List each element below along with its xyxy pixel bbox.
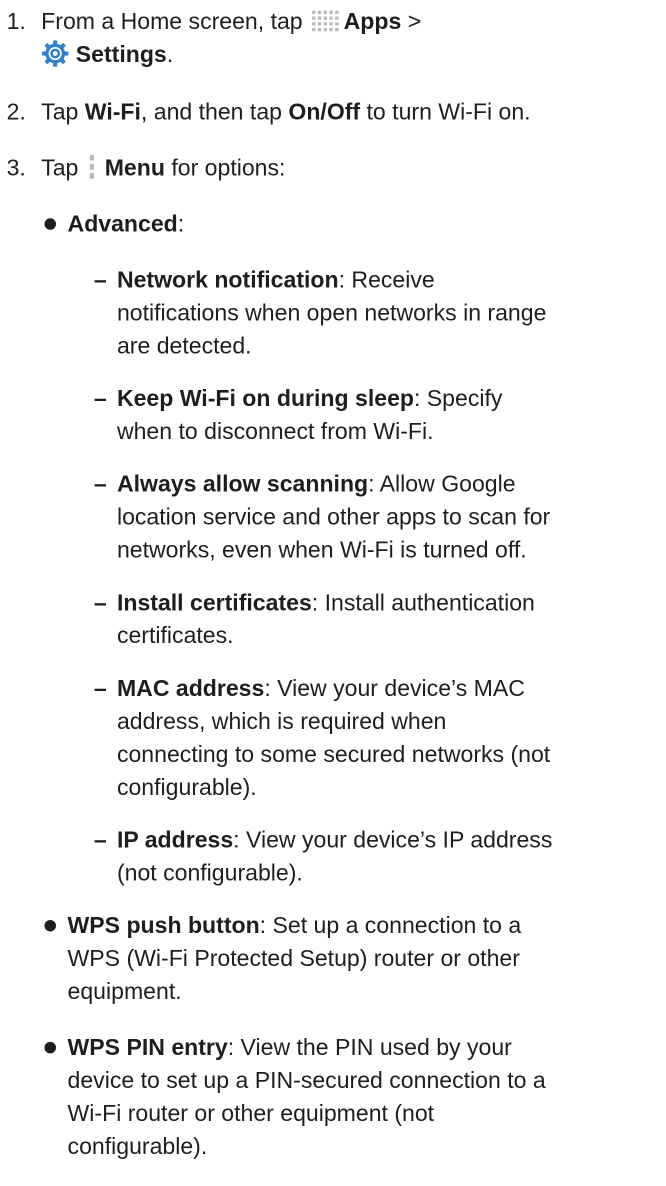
option-text: WPS PIN entry: View the PIN used by your… bbox=[68, 1031, 549, 1163]
advanced-item: – Install certificates: Install authenti… bbox=[92, 586, 548, 652]
dash-marker: – bbox=[93, 471, 107, 497]
step-text-part: Tap bbox=[41, 154, 79, 181]
advanced-item: – IP address: View your device’s IP addr… bbox=[92, 824, 552, 890]
dash-marker: – bbox=[93, 266, 107, 293]
step-number: 3. bbox=[6, 154, 26, 181]
option-wps-push-button: WPS push button: Set up a connection to … bbox=[43, 909, 549, 1008]
dash-marker: – bbox=[93, 589, 107, 616]
option-wps-pin-entry: WPS PIN entry: View the PIN used by your… bbox=[43, 1031, 549, 1163]
advanced-item-term: MAC address bbox=[116, 675, 265, 701]
advanced-item-text: Keep Wi-Fi on during sleep: Specify when… bbox=[117, 382, 554, 448]
advanced-item-text: Always allow scanning: Allow Google loca… bbox=[117, 468, 554, 567]
menu-dots-icon bbox=[87, 154, 97, 180]
step-text-part: to turn Wi-Fi on. bbox=[366, 98, 531, 125]
step-text-part: Tap bbox=[41, 98, 79, 125]
step-3: 3. Tap Menu for options: bbox=[0, 152, 549, 185]
step-2: 2. Tap Wi-Fi, and then tap On/Off to tur… bbox=[0, 96, 549, 129]
step-1: 1. From a Home screen, tap Apps > Settin… bbox=[0, 5, 549, 73]
settings-label: Settings bbox=[75, 41, 167, 67]
instructions-page: 1. From a Home screen, tap Apps > Settin… bbox=[0, 0, 553, 1159]
option-term: Advanced bbox=[67, 210, 178, 237]
step-text: Tap Menu for options: bbox=[41, 152, 548, 185]
option-term: WPS PIN entry bbox=[67, 1034, 228, 1060]
settings-gear-icon bbox=[41, 39, 69, 67]
advanced-item: – Always allow scanning: Allow Google lo… bbox=[92, 468, 550, 567]
advanced-item: – Network notification: Receive notifica… bbox=[92, 264, 548, 363]
advanced-item-term: Install certificates bbox=[116, 589, 312, 616]
advanced-item-text: Install certificates: Install authentica… bbox=[117, 586, 554, 652]
advanced-item-text: Network notification: Receive notificati… bbox=[117, 264, 554, 363]
advanced-item-term: Keep Wi-Fi on during sleep bbox=[116, 385, 414, 411]
step-text-part: , and then tap bbox=[140, 98, 282, 125]
option-text: Advanced: bbox=[68, 208, 549, 241]
option-term: WPS push button bbox=[67, 912, 260, 939]
bullet-dot bbox=[44, 919, 57, 932]
advanced-item-text: IP address: View your device’s IP addres… bbox=[117, 824, 554, 890]
step-text-part: From a Home screen, tap bbox=[41, 8, 303, 34]
advanced-item: – MAC address: View your device’s MAC ad… bbox=[92, 672, 550, 804]
step-text: Tap Wi-Fi, and then tap On/Off to turn W… bbox=[41, 96, 548, 129]
apps-grid-icon bbox=[312, 10, 340, 31]
step-number: 1. bbox=[6, 8, 26, 34]
advanced-item-term: Always allow scanning bbox=[116, 471, 369, 497]
advanced-item-term: Network notification bbox=[116, 266, 339, 293]
option-suffix: : bbox=[177, 210, 185, 237]
step-text-end: . bbox=[166, 41, 174, 67]
advanced-item-term: IP address bbox=[116, 826, 234, 853]
advanced-item: – Keep Wi-Fi on during sleep: Specify wh… bbox=[92, 382, 548, 448]
step-text: From a Home screen, tap Apps > Settings. bbox=[41, 5, 548, 72]
step-number: 2. bbox=[6, 98, 26, 125]
advanced-item-text: MAC address: View your device’s MAC addr… bbox=[117, 672, 554, 804]
option-text: WPS push button: Set up a connection to … bbox=[68, 909, 549, 1008]
separator: > bbox=[407, 8, 422, 34]
menu-label: Menu bbox=[104, 154, 165, 181]
bullet-dot bbox=[44, 1041, 57, 1054]
dash-marker: – bbox=[93, 385, 107, 411]
dash-marker: – bbox=[93, 675, 107, 701]
dash-marker: – bbox=[93, 826, 107, 853]
step-text-part: for options: bbox=[171, 154, 286, 181]
wifi-label: Wi-Fi bbox=[84, 98, 141, 125]
apps-label: Apps bbox=[343, 8, 402, 34]
option-advanced: Advanced: bbox=[43, 208, 549, 241]
onoff-label: On/Off bbox=[288, 98, 361, 125]
bullet-dot bbox=[44, 218, 57, 230]
